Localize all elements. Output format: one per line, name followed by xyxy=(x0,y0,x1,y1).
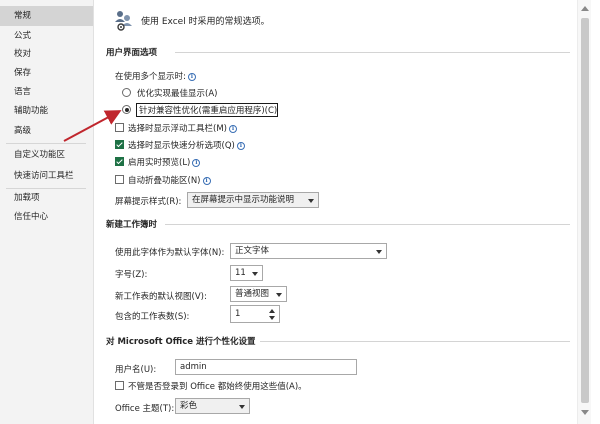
scroll-up-icon[interactable] xyxy=(581,6,589,11)
scroll-thumb[interactable] xyxy=(581,18,589,403)
sidebar-item-add-ins[interactable]: 加载项 xyxy=(0,188,93,208)
screentip-style-label: 屏幕提示样式(R): xyxy=(115,197,182,207)
checkbox-mini-toolbar-label[interactable]: 选择时显示浮动工具栏(M) i xyxy=(128,122,237,134)
chevron-down-icon xyxy=(276,293,282,297)
settings-people-icon xyxy=(115,11,132,31)
checkbox-always-use-values-label[interactable]: 不管是否登录到 Office 都始终使用这些值(A)。 xyxy=(128,380,307,392)
sidebar-item-customize-ribbon[interactable]: 自定义功能区 xyxy=(0,145,93,165)
sheet-count-label: 包含的工作表数(S): xyxy=(115,312,190,322)
font-size-value: 11 xyxy=(235,268,246,278)
screentip-style-value: 在屏幕提示中显示功能说明 xyxy=(192,195,295,205)
username-label: 用户名(U): xyxy=(115,365,157,375)
default-view-dropdown[interactable]: 普通视图 xyxy=(230,286,287,302)
font-size-dropdown[interactable]: 11 xyxy=(230,265,263,281)
spin-up-icon[interactable] xyxy=(269,309,275,313)
chevron-down-icon xyxy=(376,250,382,254)
radio-optimize-best-appearance[interactable] xyxy=(122,88,131,97)
checkbox-live-preview[interactable] xyxy=(115,157,124,166)
multi-display-label: 在使用多个显示时: i xyxy=(115,70,196,82)
sidebar-item-accessibility[interactable]: 辅助功能 xyxy=(0,101,93,121)
default-font-value: 正文字体 xyxy=(235,246,270,256)
sidebar-item-save[interactable]: 保存 xyxy=(0,63,93,83)
radio-optimize-compatibility[interactable] xyxy=(122,105,131,114)
sidebar-item-proofing[interactable]: 校对 xyxy=(0,44,93,64)
section-title-personalize: 对 Microsoft Office 进行个性化设置 xyxy=(106,337,256,347)
chevron-down-icon xyxy=(252,272,258,276)
chevron-down-icon xyxy=(308,199,314,203)
section-title-new-workbook: 新建工作簿时 xyxy=(106,220,158,230)
info-icon: i xyxy=(187,73,196,81)
checkbox-quick-analysis-label[interactable]: 选择时显示快速分析选项(Q) i xyxy=(128,139,245,151)
sidebar-item-advanced[interactable]: 高级 xyxy=(0,121,93,141)
sidebar-divider xyxy=(6,143,86,144)
scroll-down-icon[interactable] xyxy=(581,410,589,415)
default-font-label: 使用此字体作为默认字体(N): xyxy=(115,248,225,258)
info-icon: i xyxy=(236,142,245,150)
office-theme-dropdown[interactable]: 彩色 xyxy=(175,398,250,414)
screentip-style-dropdown[interactable]: 在屏幕提示中显示功能说明 xyxy=(187,192,319,208)
vertical-scrollbar[interactable] xyxy=(577,0,591,424)
font-size-label: 字号(Z): xyxy=(115,270,148,280)
general-options-panel: 使用 Excel 时采用的常规选项。 用户界面选项 在使用多个显示时: i 优化实… xyxy=(95,0,600,424)
section-title-ui-options: 用户界面选项 xyxy=(106,48,158,58)
default-font-dropdown[interactable]: 正文字体 xyxy=(230,243,387,259)
info-icon: i xyxy=(202,177,211,185)
sidebar-item-trust-center[interactable]: 信任中心 xyxy=(0,207,93,227)
default-view-label: 新工作表的默认视图(V): xyxy=(115,292,207,302)
radio-optimize-compatibility-label[interactable]: 针对兼容性优化(需重启应用程序)(C) xyxy=(139,104,277,116)
default-view-value: 普通视图 xyxy=(235,289,270,299)
checkbox-collapse-ribbon[interactable] xyxy=(115,175,124,184)
sidebar-item-formulas[interactable]: 公式 xyxy=(0,26,93,46)
office-theme-value: 彩色 xyxy=(180,401,198,411)
sidebar-item-general[interactable]: 常规 xyxy=(0,6,93,26)
sheet-count-spinner[interactable]: 1 xyxy=(230,305,280,323)
section-divider xyxy=(165,224,570,225)
intro-text: 使用 Excel 时采用的常规选项。 xyxy=(141,17,270,27)
office-theme-label: Office 主题(T): xyxy=(115,404,175,414)
checkbox-mini-toolbar[interactable] xyxy=(115,123,124,132)
info-icon: i xyxy=(192,159,201,167)
checkbox-quick-analysis[interactable] xyxy=(115,140,124,149)
username-input[interactable]: admin xyxy=(175,359,357,375)
options-sidebar: 常规 公式 校对 保存 语言 辅助功能 高级 自定义功能区 快速访问工具栏 加载… xyxy=(0,0,94,424)
checkbox-live-preview-label[interactable]: 启用实时预览(L) i xyxy=(128,156,201,168)
chevron-down-icon xyxy=(239,405,245,409)
sheet-count-value: 1 xyxy=(235,309,241,319)
info-icon: i xyxy=(228,125,237,133)
radio-optimize-best-appearance-label[interactable]: 优化实现最佳显示(A) xyxy=(137,87,217,99)
section-divider xyxy=(260,341,570,342)
checkbox-collapse-ribbon-label[interactable]: 自动折叠功能区(N) i xyxy=(128,174,211,186)
spin-down-icon[interactable] xyxy=(269,316,275,320)
sidebar-item-quick-access-toolbar[interactable]: 快速访问工具栏 xyxy=(0,166,93,186)
sidebar-item-language[interactable]: 语言 xyxy=(0,82,93,102)
section-divider xyxy=(175,52,570,53)
checkbox-always-use-values[interactable] xyxy=(115,381,124,390)
